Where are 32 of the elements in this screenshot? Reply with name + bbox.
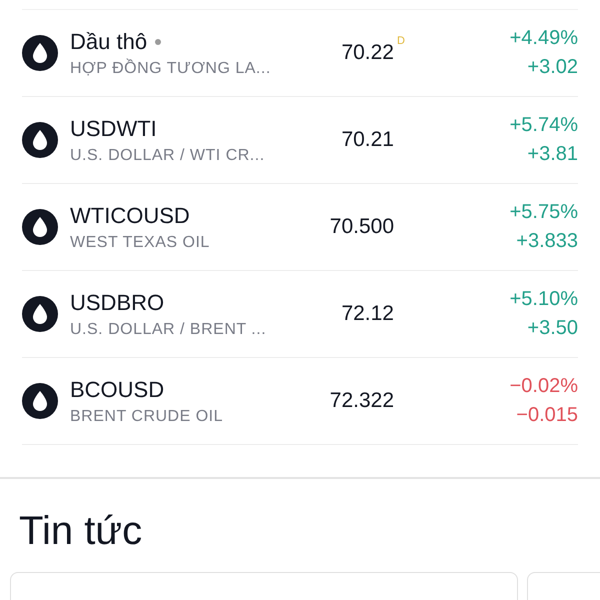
change-percent: −0.02% bbox=[510, 375, 578, 398]
symbol-name: Dầu thô bbox=[70, 28, 148, 54]
price: 70.21 bbox=[341, 128, 394, 152]
price: 72.12 bbox=[341, 302, 394, 326]
change-value: +3.50 bbox=[527, 317, 578, 340]
change-percent: +5.10% bbox=[510, 288, 578, 311]
delay-label: D bbox=[397, 35, 405, 47]
symbol-description: HỢP ĐỒNG TƯƠNG LA... bbox=[70, 60, 272, 78]
symbol-name: USDWTI bbox=[70, 116, 157, 142]
change-value: +3.81 bbox=[527, 143, 578, 166]
drop-icon bbox=[22, 296, 58, 332]
change-percent: +5.74% bbox=[510, 114, 578, 137]
change-percent: +4.49% bbox=[510, 27, 578, 50]
section-title: Tin tức bbox=[19, 509, 144, 554]
change-percent: +5.75% bbox=[510, 201, 578, 224]
symbol-description: U.S. DOLLAR / BRENT ... bbox=[70, 320, 268, 338]
change-value: +3.833 bbox=[516, 230, 578, 253]
drop-icon bbox=[22, 35, 58, 71]
price: 70.22 bbox=[341, 41, 394, 65]
price: 70.500 bbox=[330, 215, 394, 239]
drop-icon bbox=[22, 209, 58, 245]
price: 72.322 bbox=[330, 389, 394, 413]
change-value: −0.015 bbox=[516, 404, 578, 427]
symbol-description: BRENT CRUDE OIL bbox=[70, 408, 224, 426]
symbol-name: WTICOUSD bbox=[70, 202, 190, 228]
symbol-description: U.S. DOLLAR / WTI CR... bbox=[70, 146, 266, 164]
drop-icon bbox=[22, 383, 58, 419]
symbol-name: USDBRO bbox=[70, 290, 164, 316]
symbol-description: WEST TEXAS OIL bbox=[70, 234, 211, 252]
change-value: +3.02 bbox=[527, 56, 578, 79]
symbol-name: BCOUSD bbox=[70, 376, 164, 402]
drop-icon bbox=[22, 122, 58, 158]
